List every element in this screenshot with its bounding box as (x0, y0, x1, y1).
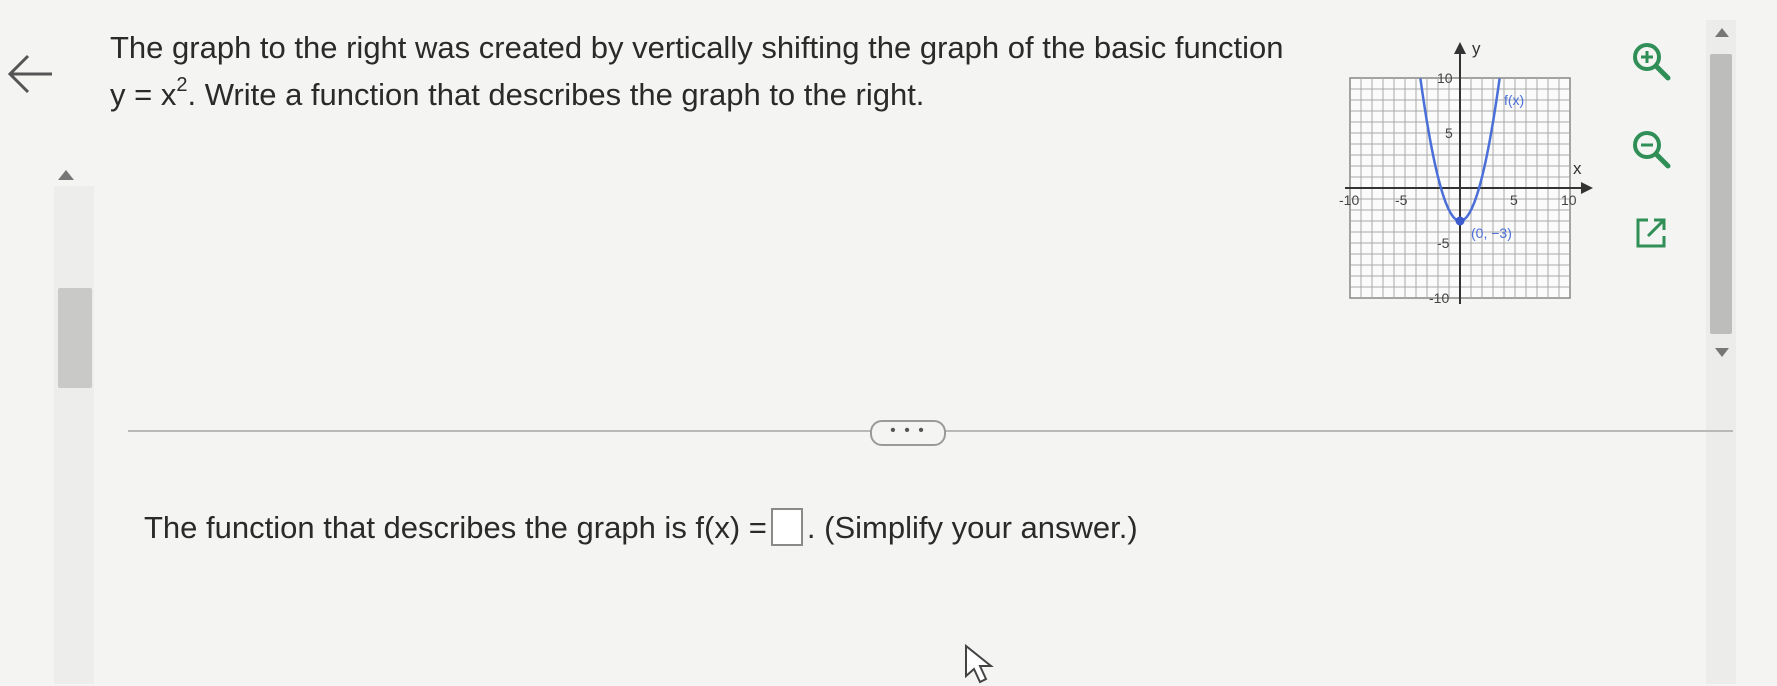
right-scroll-thumb[interactable] (1710, 54, 1732, 334)
zoom-in-icon[interactable] (1630, 40, 1672, 82)
mouse-cursor-icon (965, 643, 994, 684)
vertex-point (1455, 216, 1465, 226)
question-line-2: y = x2. Write a function that describes … (110, 71, 1310, 123)
tick-x-neg10: -10 (1339, 192, 1359, 208)
tick-x-5: 5 (1510, 192, 1518, 208)
curve-label: f(x) (1504, 92, 1524, 108)
answer-prefix: The function that describes the graph is… (144, 510, 767, 545)
question-function-base: y = x (110, 77, 177, 112)
tick-y-5: 5 (1445, 125, 1453, 141)
question-line-1: The graph to the right was created by ve… (110, 30, 1284, 65)
y-axis-arrow-icon (1454, 42, 1466, 54)
question-function-exponent: 2 (176, 74, 188, 96)
x-axis-label: x (1573, 159, 1582, 178)
answer-line: The function that describes the graph is… (144, 505, 1138, 551)
external-link-icon[interactable] (1630, 212, 1672, 254)
vertex-label: (0, −3) (1471, 225, 1512, 241)
y-axis-label: y (1472, 39, 1481, 58)
tick-x-neg5: -5 (1395, 192, 1408, 208)
answer-suffix: . (Simplify your answer.) (806, 510, 1138, 545)
tick-y-neg10: -10 (1429, 290, 1449, 306)
tick-y-neg5: -5 (1437, 235, 1450, 251)
tick-y-10: 10 (1437, 70, 1453, 86)
question-text: The graph to the right was created by ve… (110, 24, 1310, 123)
parabola-graph: y x -10 -5 5 10 10 5 -5 -10 f(x) (0, −3) (1339, 39, 1593, 306)
left-scroll-up-icon[interactable] (58, 170, 74, 180)
more-options-button[interactable]: • • • (870, 420, 946, 446)
right-scroll-down-icon[interactable] (1715, 348, 1729, 357)
left-scrollbar[interactable] (54, 186, 94, 684)
x-axis-arrow-icon (1581, 182, 1593, 194)
question-line-2-rest: . Write a function that describes the gr… (187, 77, 925, 112)
zoom-out-icon[interactable] (1630, 128, 1672, 170)
answer-input[interactable] (770, 508, 803, 546)
right-scroll-up-icon[interactable] (1715, 28, 1729, 37)
left-scroll-thumb[interactable] (58, 288, 92, 388)
back-arrow-icon[interactable] (4, 48, 56, 100)
tick-x-10: 10 (1561, 192, 1577, 208)
